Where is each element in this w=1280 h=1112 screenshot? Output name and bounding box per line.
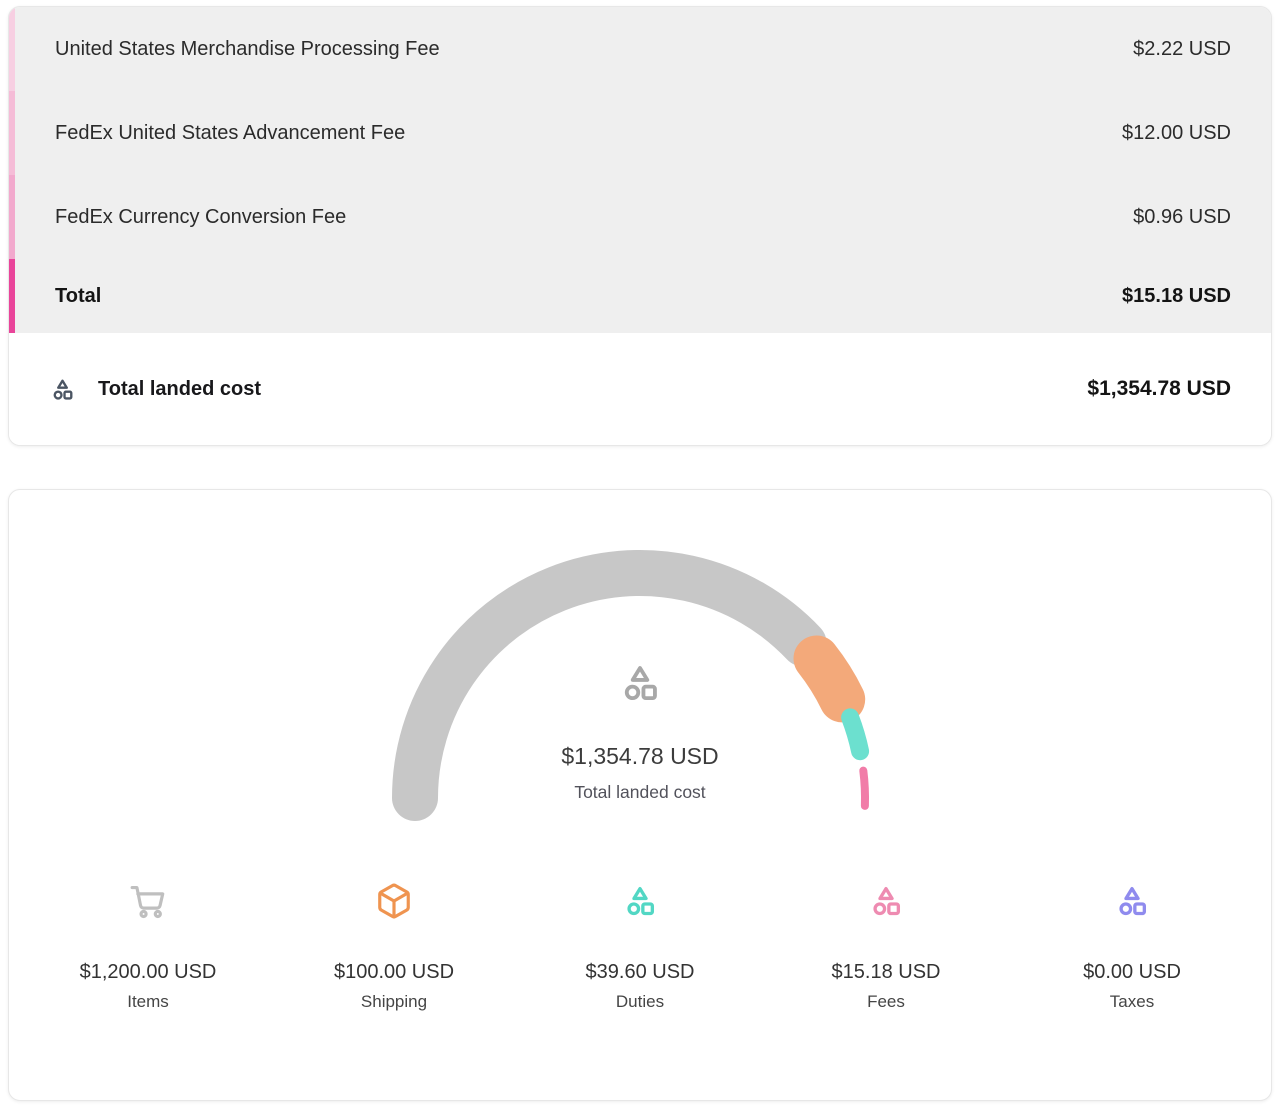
landed-cost-chart-card: $1,354.78 USD Total landed cost $1,200.0…: [8, 489, 1272, 1101]
fee-total-row: Total $15.18 USD: [9, 259, 1271, 333]
legend-amount: $100.00 USD: [271, 961, 517, 984]
summary-amount: $1,354.78 USD: [1087, 377, 1231, 401]
shapes-icon: [867, 882, 905, 920]
legend-item-shipping: $100.00 USD Shipping: [271, 882, 517, 1012]
gauge-label: Total landed cost: [360, 782, 920, 803]
total-landed-cost-row: Total landed cost $1,354.78 USD: [9, 333, 1271, 445]
legend-amount: $0.00 USD: [1009, 961, 1255, 984]
fees-breakdown-card: United States Merchandise Processing Fee…: [8, 6, 1272, 446]
landed-cost-shapes-icon: [49, 376, 76, 403]
fee-label: United States Merchandise Processing Fee: [55, 38, 440, 61]
gauge-chart: $1,354.78 USD Total landed cost: [360, 518, 920, 858]
shapes-icon: [1113, 882, 1151, 920]
legend-amount: $1,200.00 USD: [25, 961, 271, 984]
legend-label: Duties: [517, 992, 763, 1012]
fee-label: FedEx Currency Conversion Fee: [55, 206, 346, 229]
shapes-icon: [621, 882, 659, 920]
fee-row: United States Merchandise Processing Fee…: [9, 7, 1271, 91]
package-icon: [375, 882, 413, 920]
chart-legend: $1,200.00 USD Items $100.00 USD Shipping: [9, 882, 1271, 1012]
legend-item-duties: $39.60 USD Duties: [517, 882, 763, 1012]
summary-label: Total landed cost: [98, 378, 261, 401]
landed-cost-shapes-icon: [617, 660, 663, 706]
legend-item-items: $1,200.00 USD Items: [25, 882, 271, 1012]
fee-amount: $2.22 USD: [1133, 38, 1231, 61]
legend-amount: $39.60 USD: [517, 961, 763, 984]
fee-row: FedEx Currency Conversion Fee $0.96 USD: [9, 175, 1271, 259]
legend-item-fees: $15.18 USD Fees: [763, 882, 1009, 1012]
fee-label: FedEx United States Advancement Fee: [55, 122, 405, 145]
landed-cost-page: United States Merchandise Processing Fee…: [0, 6, 1280, 1101]
legend-item-taxes: $0.00 USD Taxes: [1009, 882, 1255, 1012]
cart-icon: [129, 882, 167, 920]
fee-total-label: Total: [55, 285, 101, 308]
fee-amount: $0.96 USD: [1133, 206, 1231, 229]
gauge-center: $1,354.78 USD Total landed cost: [360, 660, 920, 803]
fee-table: United States Merchandise Processing Fee…: [9, 7, 1271, 333]
legend-label: Fees: [763, 992, 1009, 1012]
legend-label: Taxes: [1009, 992, 1255, 1012]
fee-row: FedEx United States Advancement Fee $12.…: [9, 91, 1271, 175]
fee-amount: $12.00 USD: [1122, 122, 1231, 145]
legend-label: Shipping: [271, 992, 517, 1012]
fee-total-amount: $15.18 USD: [1122, 285, 1231, 308]
gauge-amount: $1,354.78 USD: [360, 743, 920, 770]
legend-label: Items: [25, 992, 271, 1012]
legend-amount: $15.18 USD: [763, 961, 1009, 984]
